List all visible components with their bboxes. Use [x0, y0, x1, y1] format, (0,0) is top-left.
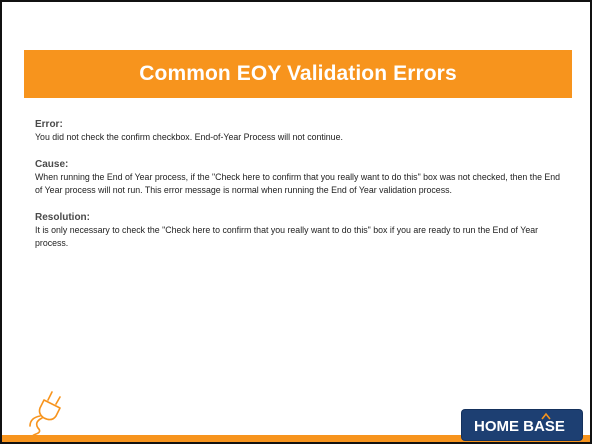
home-base-logo: HOME BASE	[462, 410, 582, 440]
section-heading-resolution: Resolution:	[35, 212, 90, 223]
plug-icon	[26, 388, 70, 441]
section-error: Error: You did not check the confirm che…	[35, 119, 565, 144]
section-heading-error: Error:	[35, 119, 63, 130]
slide-title: Common EOY Validation Errors	[139, 62, 457, 85]
section-body-error: You did not check the confirm checkbox. …	[35, 132, 343, 142]
slide: Common EOY Validation Errors Error: You …	[0, 0, 592, 444]
section-body-cause: When running the End of Year process, if…	[35, 172, 561, 195]
section-body-resolution: It is only necessary to check the "Check…	[35, 225, 539, 248]
content-area: Error: You did not check the confirm che…	[35, 119, 565, 265]
section-heading-cause: Cause:	[35, 159, 69, 170]
section-cause: Cause: When running the End of Year proc…	[35, 159, 565, 197]
title-banner: Common EOY Validation Errors	[24, 50, 572, 98]
home-base-logo-text: HOME BASE	[474, 418, 565, 435]
section-resolution: Resolution: It is only necessary to chec…	[35, 212, 565, 250]
